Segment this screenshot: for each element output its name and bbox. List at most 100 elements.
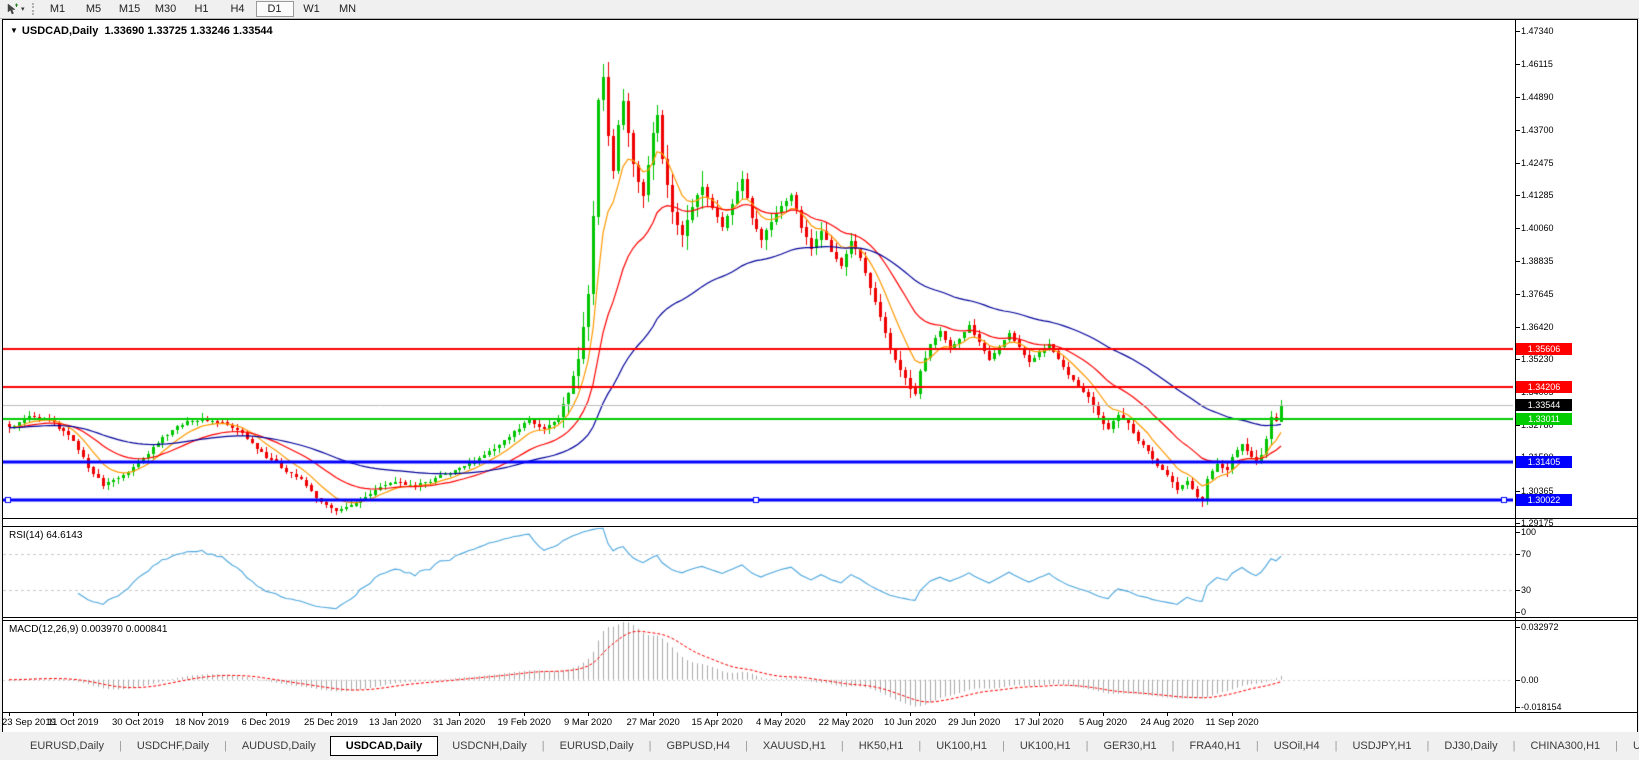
tab-separator: |	[745, 740, 748, 752]
time-axis-date-label: 13 Jan 2020	[369, 717, 421, 728]
price-axis-tick	[1516, 64, 1520, 65]
rsi-axis-tick	[1516, 612, 1520, 613]
time-axis-date-label: 10 Jun 2020	[884, 717, 936, 728]
chart-tab-usoil-h4[interactable]: USOil,H4	[1260, 736, 1334, 756]
tab-separator: |	[1427, 740, 1430, 752]
price-axis-label: 1.37645	[1521, 289, 1554, 299]
tab-separator: |	[649, 740, 652, 752]
timeframe-button-mn[interactable]: MN	[330, 1, 366, 17]
hline-price-label[interactable]: 1.33011	[1516, 413, 1572, 425]
time-axis-date-label: 19 Feb 2020	[498, 717, 551, 728]
timeframe-button-m5[interactable]: M5	[76, 1, 112, 17]
chart-tab-usdchf-daily[interactable]: USDCHF,Daily	[123, 736, 223, 756]
chart-tab-fra40-h1[interactable]: FRA40,H1	[1176, 736, 1255, 756]
chart-tab-gbpusd-h4[interactable]: GBPUSD,H4	[652, 736, 744, 756]
macd-axis-tick	[1516, 627, 1520, 628]
timeframe-toolbar: ▾ M1M5M15M30H1H4D1W1MN	[0, 0, 1639, 19]
timeframe-button-h4[interactable]: H4	[220, 1, 256, 17]
time-axis-date-label: 24 Aug 2020	[1141, 717, 1194, 728]
time-axis-date-label: 17 Jul 2020	[1015, 717, 1064, 728]
time-axis-tick	[138, 712, 139, 716]
time-axis-tick	[653, 712, 654, 716]
price-axis-tick	[1516, 195, 1520, 196]
price-axis-tick	[1516, 261, 1520, 262]
panel-divider[interactable]	[2, 518, 1637, 519]
chart-symbol-label: USDCAD,Daily	[22, 25, 98, 37]
macd-indicator-chart[interactable]	[3, 621, 1513, 712]
price-axis-label: 1.46115	[1521, 59, 1553, 69]
time-axis-date-label: 22 May 2020	[819, 717, 874, 728]
tab-separator: |	[1513, 740, 1516, 752]
price-axis-tick	[1516, 31, 1520, 32]
timeframe-button-m15[interactable]: M15	[112, 1, 148, 17]
timeframe-button-w1[interactable]: W1	[294, 1, 330, 17]
tab-separator: |	[1002, 740, 1005, 752]
hline-price-label[interactable]: 1.35606	[1516, 343, 1572, 355]
hline-price-label[interactable]: 1.31405	[1516, 456, 1572, 468]
price-axis-tick	[1516, 327, 1520, 328]
time-axis-date-label: 9 Mar 2020	[564, 717, 612, 728]
time-axis-date-label: 27 Mar 2020	[627, 717, 680, 728]
toolbar-grip[interactable]	[32, 3, 34, 15]
time-axis-tick	[1039, 712, 1040, 716]
crosshair-pointer-icon[interactable]	[4, 2, 20, 16]
time-axis-tick	[717, 712, 718, 716]
tab-separator: |	[119, 740, 122, 752]
chart-tab-audusd-daily[interactable]: AUDUSD,Daily	[228, 736, 330, 756]
time-axis-date-label: 18 Nov 2019	[175, 717, 229, 728]
chart-tab-dj30-daily[interactable]: DJ30,Daily	[1430, 736, 1511, 756]
time-axis-tick	[1103, 712, 1104, 716]
chart-tab-usdcnh-daily[interactable]: USDCNH,Daily	[438, 736, 541, 756]
rsi-axis-label: 70	[1521, 549, 1531, 559]
chart-ohlc-values: 1.33690 1.33725 1.33246 1.33544	[104, 25, 272, 37]
chart-tab-eurusd-daily[interactable]: EURUSD,Daily	[16, 736, 118, 756]
timeframe-button-d1[interactable]: D1	[256, 1, 294, 17]
price-axis-tick	[1516, 425, 1520, 426]
macd-panel-bottom-border	[2, 712, 1637, 713]
bid-price-label: 1.33544	[1516, 399, 1572, 411]
chart-tab-usdcad-daily[interactable]: USDCAD,Daily	[330, 736, 438, 756]
price-axis-tick	[1516, 491, 1520, 492]
chart-tab-china300-h1[interactable]: CHINA300,H1	[1516, 736, 1614, 756]
chart-tab-uk100-h1[interactable]: UK100,H1	[922, 736, 1001, 756]
price-axis-tick	[1516, 130, 1520, 131]
rsi-panel-bottom-border[interactable]	[2, 617, 1637, 618]
timeframe-button-h1[interactable]: H1	[184, 1, 220, 17]
time-axis-tick	[974, 712, 975, 716]
rsi-axis-tick	[1516, 554, 1520, 555]
price-axis-label: 1.43700	[1521, 125, 1554, 135]
chart-tab-uk100-h1[interactable]: UK100,H1	[1006, 736, 1085, 756]
collapse-triangle-icon[interactable]: ▼	[10, 26, 18, 35]
price-axis-label: 1.35230	[1521, 354, 1554, 364]
chevron-down-icon[interactable]: ▾	[21, 5, 25, 13]
tab-separator: |	[1086, 740, 1089, 752]
hline-price-label[interactable]: 1.34206	[1516, 381, 1572, 393]
macd-axis-label: 0.032972	[1521, 622, 1559, 632]
main-price-chart[interactable]	[3, 21, 1513, 518]
time-axis-date-label: 5 Aug 2020	[1079, 717, 1127, 728]
time-axis-tick	[910, 712, 911, 716]
chart-tab-usoil-h1[interactable]: USOil,H1	[1619, 736, 1639, 756]
tab-separator: |	[918, 740, 921, 752]
price-axis-tick	[1516, 359, 1520, 360]
price-axis-label: 1.36420	[1521, 322, 1554, 332]
time-axis-tick	[202, 712, 203, 716]
timeframe-button-m1[interactable]: M1	[40, 1, 76, 17]
time-axis-tick	[1232, 712, 1233, 716]
macd-axis-label: 0.00	[1521, 675, 1539, 685]
chart-tab-eurusd-daily[interactable]: EURUSD,Daily	[546, 736, 648, 756]
timeframe-buttons: M1M5M15M30H1H4D1W1MN	[40, 1, 366, 17]
time-axis-date-label: 11 Oct 2019	[48, 717, 99, 728]
chart-tab-usdjpy-h1[interactable]: USDJPY,H1	[1338, 736, 1425, 756]
price-axis-label: 1.41285	[1521, 190, 1554, 200]
chart-tab-hk50-h1[interactable]: HK50,H1	[845, 736, 918, 756]
timeframe-button-m30[interactable]: M30	[148, 1, 184, 17]
hline-price-label[interactable]: 1.30022	[1516, 494, 1572, 506]
crosshair-pointer-icon-svg	[6, 3, 19, 16]
rsi-indicator-chart[interactable]	[3, 527, 1513, 617]
rsi-axis-tick	[1516, 532, 1520, 533]
chart-tab-xauusd-h1[interactable]: XAUUSD,H1	[749, 736, 840, 756]
price-axis-label: 1.38835	[1521, 256, 1554, 266]
time-axis-date-label: 6 Dec 2019	[242, 717, 291, 728]
chart-tab-ger30-h1[interactable]: GER30,H1	[1089, 736, 1170, 756]
